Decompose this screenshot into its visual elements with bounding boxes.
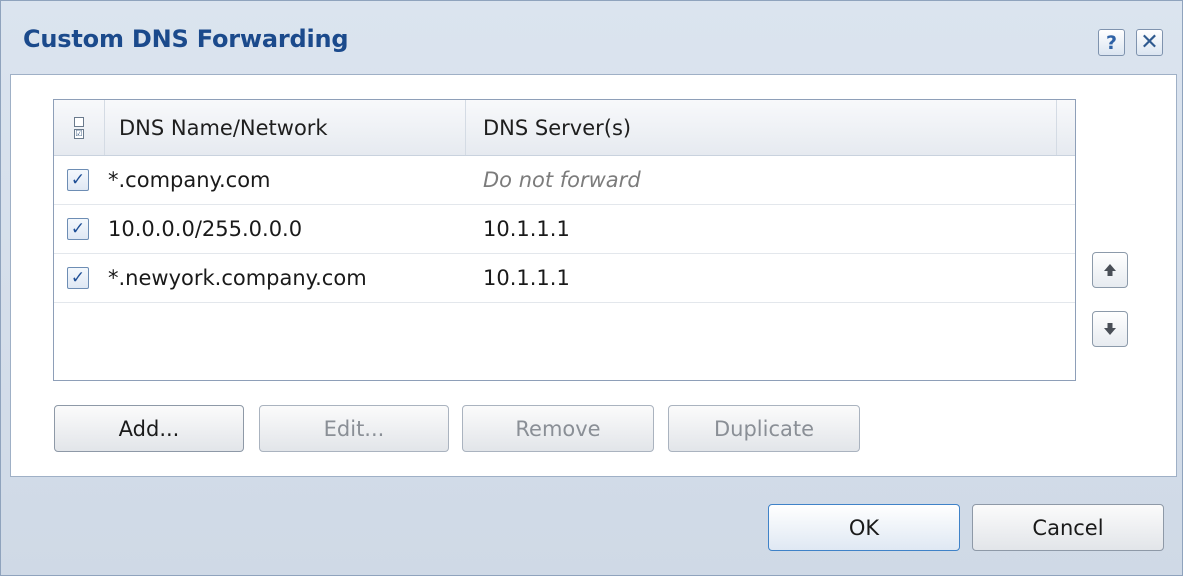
- dns-name-cell: *.company.com: [108, 168, 271, 192]
- row-checkbox[interactable]: ✓: [67, 267, 89, 289]
- help-button[interactable]: ?: [1098, 29, 1125, 56]
- add-button[interactable]: Add...: [54, 405, 244, 452]
- move-up-button[interactable]: [1092, 252, 1128, 288]
- dialog-title: Custom DNS Forwarding: [23, 25, 349, 53]
- title-bar: Custom DNS Forwarding ? ✕: [1, 1, 1182, 77]
- select-all-header[interactable]: ☑: [54, 100, 105, 155]
- cancel-button[interactable]: Cancel: [972, 504, 1164, 551]
- dns-server-cell: 10.1.1.1: [483, 217, 570, 241]
- table-row[interactable]: ✓ 10.0.0.0/255.0.0.0 10.1.1.1: [54, 205, 1075, 254]
- custom-dns-forwarding-dialog: Custom DNS Forwarding ? ✕ ☑ DNS Name/Net…: [0, 0, 1183, 576]
- dns-name-cell: *.newyork.company.com: [108, 266, 367, 290]
- remove-button[interactable]: Remove: [462, 405, 654, 452]
- table-row[interactable]: ✓ *.company.com Do not forward: [54, 156, 1075, 205]
- row-checkbox[interactable]: ✓: [67, 169, 89, 191]
- move-down-button[interactable]: [1092, 311, 1128, 347]
- table-row[interactable]: ✓ *.newyork.company.com 10.1.1.1: [54, 254, 1075, 303]
- dns-server-cell: 10.1.1.1: [483, 266, 570, 290]
- arrow-up-icon: [1104, 264, 1116, 276]
- column-header-dns-server[interactable]: DNS Server(s): [467, 100, 1057, 155]
- dns-forwarding-table: ☑ DNS Name/Network DNS Server(s) ✓ *.com…: [53, 99, 1076, 381]
- close-button[interactable]: ✕: [1136, 29, 1163, 56]
- select-all-checkbox-icon: ☑: [74, 116, 84, 139]
- ok-button[interactable]: OK: [768, 504, 960, 551]
- column-header-dns-name[interactable]: DNS Name/Network: [105, 100, 466, 155]
- arrow-down-icon: [1104, 323, 1116, 335]
- content-panel: ☑ DNS Name/Network DNS Server(s) ✓ *.com…: [10, 74, 1177, 477]
- dns-server-cell: Do not forward: [483, 168, 641, 192]
- dns-name-cell: 10.0.0.0/255.0.0.0: [108, 217, 303, 241]
- row-checkbox[interactable]: ✓: [67, 218, 89, 240]
- table-header: ☑ DNS Name/Network DNS Server(s): [54, 100, 1075, 156]
- edit-button[interactable]: Edit...: [259, 405, 449, 452]
- duplicate-button[interactable]: Duplicate: [668, 405, 860, 452]
